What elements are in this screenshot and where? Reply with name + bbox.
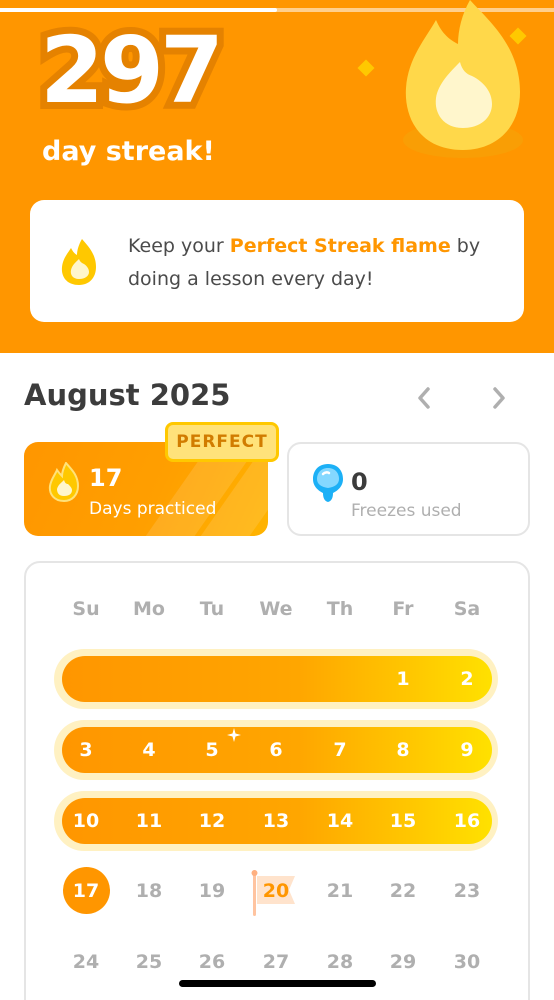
calendar-day[interactable]: 14 <box>315 801 365 841</box>
weekday-header: Th <box>326 598 354 620</box>
calendar-day[interactable]: 7 <box>315 730 365 770</box>
flame-icon <box>61 239 96 285</box>
calendar-day[interactable]: 16 <box>442 801 492 841</box>
calendar-day[interactable]: 15 <box>378 801 428 841</box>
freeze-icon <box>313 464 343 502</box>
streak-screen: 297 day streak! Keep your Perfect Streak… <box>0 0 554 1000</box>
calendar-day[interactable]: 29 <box>378 942 428 982</box>
weekday-header: Mo <box>133 598 165 620</box>
perfect-streak-info-card: Keep your Perfect Streak flame by doing … <box>30 200 524 322</box>
previous-month-button[interactable] <box>406 380 442 416</box>
weekday-header: Fr <box>392 598 414 620</box>
sparkle-icon <box>227 728 241 742</box>
calendar-day[interactable]: 13 <box>251 801 301 841</box>
streak-count: 297 <box>33 10 231 131</box>
streak-calendar <box>24 561 530 1000</box>
calendar-day[interactable]: 26 <box>187 942 237 982</box>
next-month-button[interactable] <box>481 380 517 416</box>
calendar-day[interactable]: 24 <box>61 942 111 982</box>
calendar-day-goal[interactable]: 20 <box>251 871 301 911</box>
days-practiced-value: 17 <box>89 464 123 492</box>
sparkle-icon <box>357 59 375 77</box>
freezes-used-label: Freezes used <box>351 501 462 521</box>
days-practiced-label: Days practiced <box>89 499 217 519</box>
flame-icon <box>403 0 523 158</box>
calendar-day[interactable]: 22 <box>378 871 428 911</box>
calendar-day[interactable]: 1 <box>378 659 428 699</box>
freezes-used-value: 0 <box>351 468 368 496</box>
weekday-header: Su <box>72 598 100 620</box>
weekday-header: We <box>259 598 293 620</box>
calendar-day-today[interactable]: 17 <box>61 871 111 911</box>
perfect-badge: PERFECT <box>165 422 279 462</box>
perfect-streak-info-text: Keep your Perfect Streak flame by doing … <box>128 230 508 296</box>
calendar-day[interactable]: 25 <box>124 942 174 982</box>
chevron-right-icon <box>493 387 505 409</box>
calendar-day[interactable]: 30 <box>442 942 492 982</box>
calendar-day[interactable]: 11 <box>124 801 174 841</box>
weekday-header: Tu <box>199 598 225 620</box>
calendar-day[interactable]: 8 <box>378 730 428 770</box>
month-title: August 2025 <box>24 378 231 412</box>
calendar-day[interactable]: 28 <box>315 942 365 982</box>
calendar-day[interactable]: 21 <box>315 871 365 911</box>
calendar-day[interactable]: 19 <box>187 871 237 911</box>
home-indicator[interactable] <box>179 980 376 987</box>
calendar-day[interactable]: 6 <box>251 730 301 770</box>
streak-label: day streak! <box>42 136 215 167</box>
info-text-prefix: Keep your <box>128 235 230 257</box>
calendar-day[interactable]: 10 <box>61 801 111 841</box>
freezes-used-card[interactable]: 0 Freezes used <box>287 442 530 536</box>
calendar-day[interactable]: 9 <box>442 730 492 770</box>
weekday-header: Sa <box>453 598 481 620</box>
calendar-day[interactable]: 3 <box>61 730 111 770</box>
calendar-day[interactable]: 23 <box>442 871 492 911</box>
calendar-day[interactable]: 12 <box>187 801 237 841</box>
calendar-day[interactable]: 4 <box>124 730 174 770</box>
calendar-day[interactable]: 18 <box>124 871 174 911</box>
calendar-day[interactable]: 27 <box>251 942 301 982</box>
chevron-left-icon <box>418 387 430 409</box>
perfect-streak-flame-highlight: Perfect Streak flame <box>229 235 451 257</box>
calendar-day[interactable]: 2 <box>442 659 492 699</box>
streak-header: 297 day streak! Keep your Perfect Streak… <box>0 0 554 353</box>
flame-icon <box>48 462 80 502</box>
